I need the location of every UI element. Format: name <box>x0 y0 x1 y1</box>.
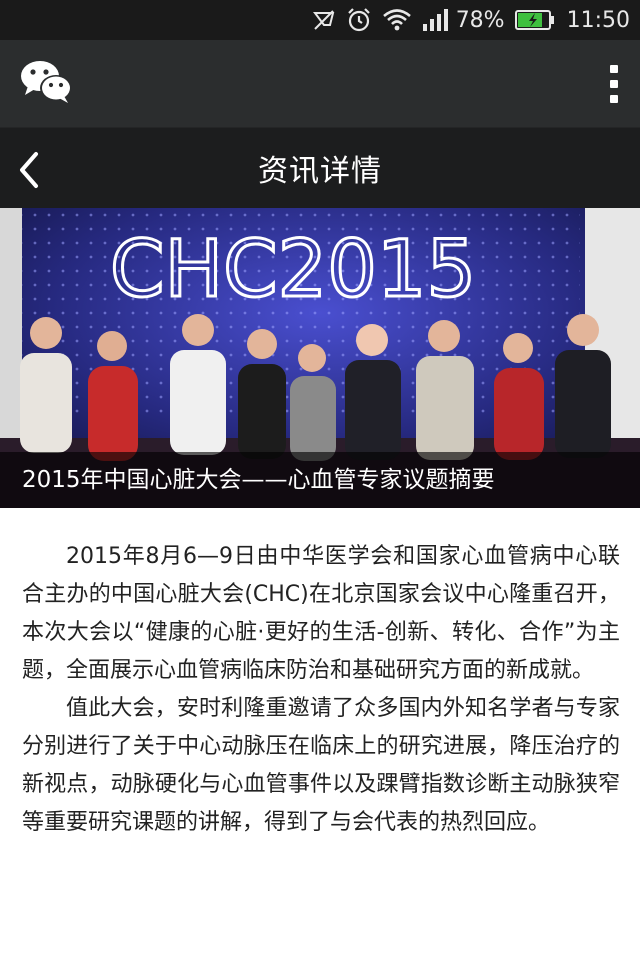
wifi-icon <box>382 8 412 32</box>
alarm-icon <box>346 7 372 33</box>
status-bar: 78% 11:50 <box>0 0 640 40</box>
article-body: 2015年8月6—9日由中华医学会和国家心血管病中心联合主办的中国心脏大会(CH… <box>0 508 640 842</box>
signal-icon <box>422 8 450 32</box>
hero-banner[interactable]: CHC2015 2015年中国心脏大会——心血管专家议题摘要 <box>0 208 640 508</box>
hero-caption: 2015年中国心脏大会——心血管专家议题摘要 <box>0 452 640 508</box>
wechat-logo-icon <box>20 59 74 109</box>
page-title: 资讯详情 <box>258 154 382 189</box>
vibrate-off-icon <box>312 8 336 32</box>
article-paragraph: 值此大会，安时利隆重邀请了众多国内外知名学者与专家分别进行了关于中心动脉压在临床… <box>22 696 620 835</box>
battery-charging-icon <box>514 9 555 31</box>
banner-logo-text: CHC2015 <box>110 225 476 315</box>
wechat-header <box>0 40 640 128</box>
battery-percent: 78% <box>455 7 505 33</box>
clock-time: 11:50 <box>566 7 630 33</box>
more-menu-icon[interactable] <box>606 55 622 113</box>
article-paragraph: 2015年8月6—9日由中华医学会和国家心血管病中心联合主办的中国心脏大会(CH… <box>22 544 620 683</box>
back-arrow-icon[interactable] <box>16 150 46 190</box>
page-title-bar: 资讯详情 <box>0 128 640 208</box>
